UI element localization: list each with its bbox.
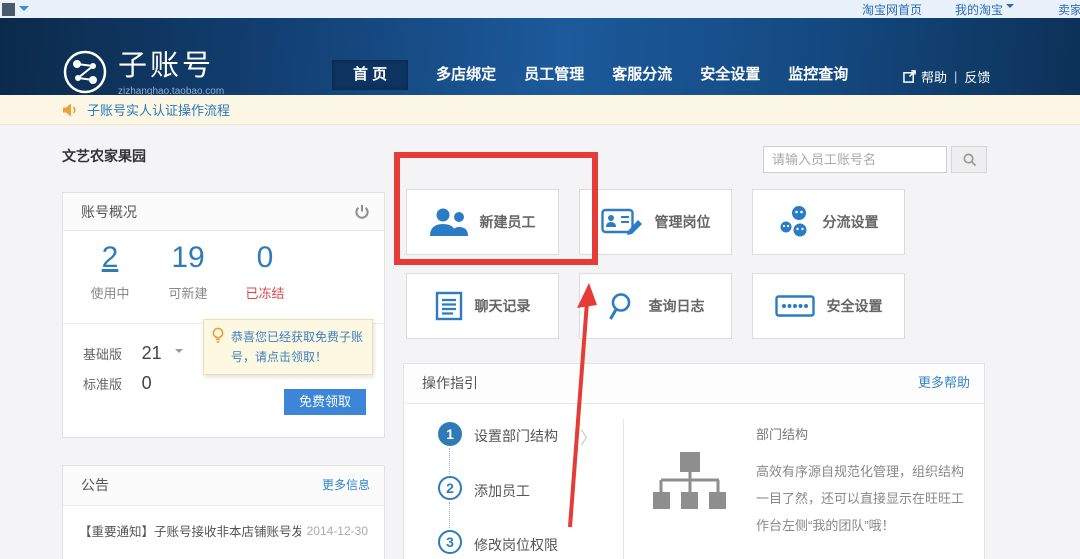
stat-in-use: 2 使用中 (75, 241, 145, 302)
free-subaccount-tooltip: 恭喜您已经获取免费子账号，请点击领取！ (203, 319, 373, 375)
nav-tab-service-split[interactable]: 客服分流 (612, 60, 672, 90)
chevron-down-icon (1006, 4, 1014, 12)
guide-detail-heading: 部门结构 (756, 424, 970, 443)
step-add-employee[interactable]: 添加员工 (474, 481, 530, 501)
edition-row-standard: 标准版 0 (83, 373, 172, 394)
nav-tab-multistore[interactable]: 多店绑定 (436, 60, 496, 90)
step-number-badge: 1 (438, 422, 462, 446)
action-security-settings[interactable]: 安全设置 (752, 273, 905, 339)
edition-count: 0 (142, 373, 172, 394)
announcement-panel: 公告 更多信息 【重要通知】子账号接收非本店铺账号发送 2014-12-30 【… (62, 465, 385, 559)
announcement-date: 2014-12-30 (307, 524, 368, 538)
subaccount-homepage: 淘宝网首页 我的淘宝 卖家中心 子账号 zizhanghao.taobao.co… (0, 0, 1080, 559)
notice-bar: 子账号实人认证操作流程 (0, 95, 1080, 125)
announcement-text: 【重要通知】子账号接收非本店铺账号发送 (79, 521, 301, 540)
search-button[interactable] (951, 146, 987, 173)
panel-title: 账号概况 (81, 193, 137, 231)
stat-value[interactable]: 0 (230, 241, 300, 275)
search-icon (962, 152, 977, 167)
step-modify-permissions[interactable]: 修改岗位权限 (474, 535, 558, 555)
free-claim-button[interactable]: 免费领取 (284, 389, 366, 415)
stat-value[interactable]: 2 (75, 241, 145, 275)
chevron-right-icon: 〉 (580, 424, 597, 449)
employee-search (763, 146, 987, 173)
topbar-link-taobao-home[interactable]: 淘宝网首页 (862, 1, 922, 18)
action-label: 安全设置 (827, 296, 883, 316)
feedback-link[interactable]: 反馈 (964, 67, 990, 86)
announcement-speaker-icon (62, 102, 78, 118)
action-query-logs[interactable]: 查询日志 (579, 273, 732, 339)
announcement-item[interactable]: 【重要通知】子账号接收非本店铺账号发送 2014-12-30 (63, 521, 384, 540)
announcement-item[interactable]: 【必备】子账号操作方法大全 2014-12-29 (63, 555, 384, 559)
topbar-link-seller-center[interactable]: 卖家中心 (1058, 1, 1080, 18)
org-chart-icon (651, 452, 729, 512)
stat-label: 已冻结 (230, 283, 300, 302)
chat-log-icon (435, 291, 463, 321)
app-title: 子账号 (118, 49, 224, 83)
bubbles-icon (779, 205, 811, 239)
favicon (2, 3, 15, 16)
action-chat-log[interactable]: 聊天记录 (406, 273, 559, 339)
password-icon (775, 295, 815, 317)
action-label: 查询日志 (649, 296, 705, 316)
edition-name: 标准版 (83, 374, 138, 393)
lightbulb-icon (211, 327, 225, 344)
stat-label: 使用中 (75, 283, 145, 302)
logo[interactable]: 子账号 zizhanghao.taobao.com (62, 49, 224, 97)
action-new-employee[interactable]: 新建员工 (406, 189, 559, 255)
employee-search-input[interactable] (763, 146, 947, 173)
edition-count: 21 (142, 343, 172, 364)
step-set-department[interactable]: 设置部门结构 (474, 426, 558, 446)
chevron-down-icon[interactable] (19, 6, 29, 16)
stat-can-create: 19 可新建 (153, 241, 223, 302)
account-overview-panel: 账号概况 2 使用中 19 可新建 0 已冻结 基础版 21 还 标准版 0 (62, 192, 385, 438)
tooltip-text: 恭喜您已经获取免费子账号，请点击领取！ (231, 327, 365, 367)
topbar-link-my-taobao[interactable]: 我的淘宝 (955, 1, 1014, 18)
nav-tab-monitor[interactable]: 监控查询 (788, 60, 848, 90)
more-info-link[interactable]: 更多信息 (322, 466, 370, 504)
stat-label: 可新建 (153, 283, 223, 302)
external-link-icon (903, 70, 916, 83)
divider: | (954, 69, 957, 84)
chevron-down-icon[interactable] (175, 349, 183, 357)
guide-detail-body: 高效有序源自规范化管理，组织结构一目了然，还可以直接显示在旺旺工作台左侧“我的团… (756, 458, 970, 539)
guide-detail: 部门结构 高效有序源自规范化管理，组织结构一目了然，还可以直接显示在旺旺工作台左… (756, 424, 970, 539)
edition-name: 基础版 (83, 344, 138, 363)
main-nav: 首 页 多店绑定 员工管理 客服分流 安全设置 监控查询 (332, 60, 848, 90)
stat-frozen: 0 已冻结 (230, 241, 300, 302)
nav-tab-staff[interactable]: 员工管理 (524, 60, 584, 90)
action-manage-roles[interactable]: 管理岗位 (579, 189, 732, 255)
action-label: 分流设置 (823, 212, 879, 232)
divider (623, 419, 624, 559)
announcement-text: 【必备】子账号操作方法大全 (79, 555, 242, 559)
app-header: 子账号 zizhanghao.taobao.com 首 页 多店绑定 员工管理 … (0, 18, 1080, 95)
shop-name: 文艺农家果园 (62, 146, 146, 166)
help-link[interactable]: 帮助 (921, 67, 947, 86)
stat-value[interactable]: 19 (153, 241, 223, 275)
operation-guide-panel: 操作指引 更多帮助 1 设置部门结构 2 添加员工 3 修改岗位权限 〉 部门结… (403, 363, 985, 559)
action-label: 新建员工 (480, 212, 536, 232)
nav-tab-home[interactable]: 首 页 (332, 60, 408, 90)
action-label: 管理岗位 (655, 212, 711, 232)
step-number-badge: 3 (438, 530, 462, 554)
subaccount-logo-icon (62, 49, 108, 95)
more-help-link[interactable]: 更多帮助 (918, 364, 970, 402)
panel-title: 公告 (81, 466, 109, 504)
action-split-settings[interactable]: 分流设置 (752, 189, 905, 255)
step-number-badge: 2 (438, 476, 462, 500)
step-connector (449, 448, 450, 474)
action-label: 聊天记录 (475, 296, 531, 316)
site-topbar: 淘宝网首页 我的淘宝 卖家中心 (0, 0, 1080, 18)
step-connector (449, 502, 450, 528)
edition-row-basic: 基础版 21 还 (83, 343, 218, 364)
users-icon (430, 207, 468, 237)
power-icon[interactable] (354, 204, 370, 220)
nav-tab-security[interactable]: 安全设置 (700, 60, 760, 90)
realperson-auth-guide-link[interactable]: 子账号实人认证操作流程 (87, 100, 230, 119)
search-log-icon (607, 291, 637, 321)
badge-icon (601, 208, 643, 236)
panel-title: 操作指引 (422, 364, 478, 402)
